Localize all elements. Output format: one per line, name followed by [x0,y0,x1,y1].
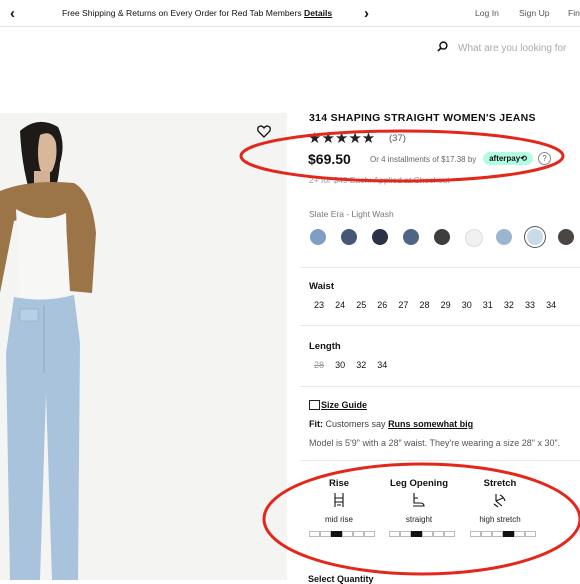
color-swatch[interactable] [310,229,326,245]
search-input[interactable] [458,40,580,56]
review-count[interactable]: (37) [389,133,406,144]
meter-segment [514,531,525,537]
search-icon[interactable] [437,41,448,52]
rise-icon [294,492,384,513]
divider [300,267,580,268]
length-size-option[interactable]: 28 [314,360,324,370]
login-link[interactable]: Log In [475,8,499,18]
rating-stars-glyphs: ★★★★★ [308,130,376,147]
meter-segment [400,531,411,537]
color-swatch[interactable] [558,229,574,245]
color-swatch[interactable] [403,229,419,245]
waist-size-option[interactable]: 27 [398,300,408,310]
color-swatch[interactable] [434,229,450,245]
meter-segment [331,531,342,537]
divider [300,325,580,326]
promo-details-link[interactable]: Details [304,8,332,18]
waist-label: Waist [309,281,334,292]
waist-size-option[interactable]: 26 [377,300,387,310]
feature-leg-opening-value: straight [405,515,433,524]
waist-size-option[interactable]: 31 [483,300,493,310]
promo-text: Free Shipping & Returns on Every Order f… [62,8,332,18]
color-swatch[interactable] [496,229,512,245]
size-guide-link[interactable]: Size Guide [321,400,367,410]
feature-rise-title: Rise [328,478,350,489]
color-swatch[interactable] [341,229,357,245]
color-name: Slate Era - Light Wash [309,209,394,219]
product-image [0,113,287,580]
meter-segment [309,531,320,537]
meter-segment [411,531,422,537]
meter-segment [492,531,503,537]
feature-leg-opening-title: Leg Opening [389,478,449,489]
fit-value-link[interactable]: Runs somewhat big [388,419,473,429]
signup-link[interactable]: Sign Up [519,8,550,18]
meter-segment [353,531,364,537]
installments-text: Or 4 installments of $17.38 by [370,155,477,164]
meter-segment [503,531,514,537]
meter-segment [525,531,536,537]
length-size-option[interactable]: 32 [356,360,366,370]
afterpay-badge[interactable]: afterpay⟲ [483,152,533,165]
promo-line: 2+ for $45 Each: Applied at Checkout [309,175,450,185]
waist-size-option[interactable]: 24 [335,300,345,310]
waist-size-option[interactable]: 29 [441,300,451,310]
meter-segment [364,531,375,537]
divider [300,386,580,387]
stretch-icon [455,492,545,513]
favorite-heart-icon[interactable] [257,125,271,138]
meter-segment [320,531,331,537]
meter-segment [342,531,353,537]
meter-segment [422,531,433,537]
color-swatch[interactable] [465,229,483,247]
leg-opening-icon [374,492,464,513]
length-size-option[interactable]: 34 [377,360,387,370]
waist-size-option[interactable]: 34 [546,300,556,310]
stretch-meter [470,531,536,537]
waist-size-option[interactable]: 33 [525,300,535,310]
find-store-link[interactable]: Fin [568,8,580,18]
rating-stars[interactable]: ★★★★★ [308,129,375,147]
length-size-option[interactable]: 30 [335,360,345,370]
waist-size-option[interactable]: 28 [420,300,430,310]
size-guide-icon [309,400,320,410]
waist-size-option[interactable]: 25 [356,300,366,310]
product-title: 314 SHAPING STRAIGHT WOMEN'S JEANS [309,112,536,124]
waist-size-option[interactable]: 23 [314,300,324,310]
color-swatch[interactable] [527,229,543,245]
waist-size-option[interactable]: 32 [504,300,514,310]
meter-segment [433,531,444,537]
feature-rise-value: mid rise [324,515,353,524]
product-price: $69.50 [308,151,351,167]
leg-opening-meter [389,531,455,537]
feature-stretch-title: Stretch [483,478,517,489]
rise-meter [309,531,375,537]
meter-segment [481,531,492,537]
meter-segment [389,531,400,537]
promo-prev-arrow[interactable]: ‹ [10,5,15,22]
model-info: Model is 5'9" with a 28" waist. They're … [309,438,561,448]
fit-prefix: Fit: [309,419,323,429]
meter-segment [470,531,481,537]
meter-segment [444,531,455,537]
divider [300,460,580,461]
promo-next-arrow[interactable]: › [364,5,369,22]
promo-bar: ‹ Free Shipping & Returns on Every Order… [0,0,580,27]
waist-size-option[interactable]: 30 [462,300,472,310]
promo-message: Free Shipping & Returns on Every Order f… [62,8,302,18]
color-swatch[interactable] [372,229,388,245]
length-label: Length [309,341,341,352]
fit-text: Customers say [325,419,386,429]
help-icon[interactable]: ? [538,152,551,165]
feature-stretch-value: high stretch [479,515,521,524]
fit-line: Fit: Customers say Runs somewhat big [309,419,473,429]
select-quantity-label: Select Quantity [308,574,374,584]
